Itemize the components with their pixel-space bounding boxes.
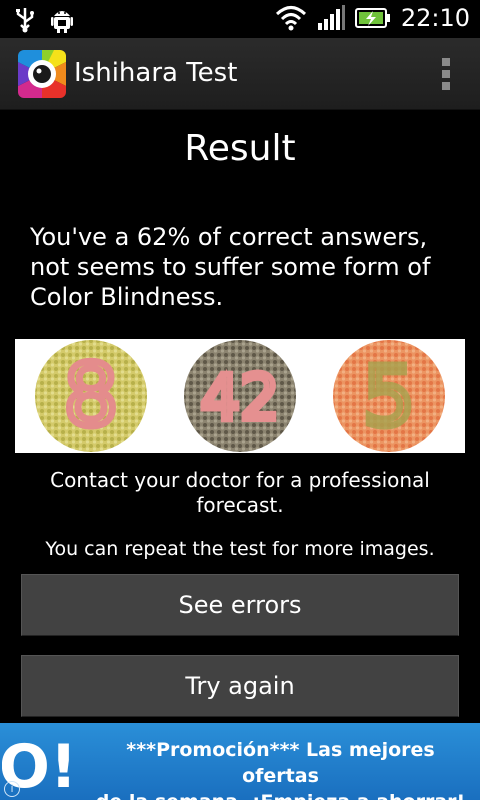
usb-icon: [16, 8, 34, 33]
plate-number-1: 8: [64, 346, 119, 446]
ishihara-plate-2: 42: [184, 340, 296, 452]
ad-text[interactable]: ***Promoción*** Las mejores ofertas de l…: [88, 737, 473, 800]
android-debug-icon: [51, 11, 73, 33]
see-errors-button[interactable]: See errors: [21, 574, 459, 636]
ishihara-plate-1: 8: [35, 340, 147, 452]
status-bar: 22:10: [0, 0, 480, 38]
repeat-test-text: You can repeat the test for more images.: [45, 538, 435, 560]
plate-number-2: 42: [201, 361, 280, 434]
contact-doctor-text: Contact your doctor for a professional f…: [50, 468, 430, 517]
try-again-button[interactable]: Try again: [21, 655, 459, 717]
wifi-icon: [275, 6, 306, 31]
battery-charging-icon: [354, 8, 390, 28]
ad-line-1: ***Promoción*** Las mejores ofertas: [126, 739, 435, 787]
app-title: Ishihara Test: [74, 58, 238, 88]
color-wheel-eye-icon[interactable]: [18, 50, 66, 98]
plate-number-3: 5: [363, 350, 415, 445]
ad-banner[interactable]: O! ***Promoción*** Las mejores ofertas d…: [0, 723, 480, 800]
page-title: Result: [184, 128, 296, 169]
result-message: You've a 62% of correct answers, not see…: [30, 223, 431, 311]
ishihara-plate-3: 5: [333, 340, 445, 452]
notification-icons: [14, 6, 74, 34]
action-bar: Ishihara Test: [0, 38, 480, 110]
signal-icon: [317, 5, 345, 30]
ad-info-icon[interactable]: i: [4, 781, 20, 797]
system-icons: 22:10: [275, 4, 470, 32]
ad-line-2: de la semana. ¡Empieza a ahorrar!: [88, 789, 473, 800]
overflow-menu-icon[interactable]: [442, 58, 450, 90]
status-clock: 22:10: [400, 4, 470, 32]
ishihara-plates: 8 42 5: [15, 339, 465, 453]
